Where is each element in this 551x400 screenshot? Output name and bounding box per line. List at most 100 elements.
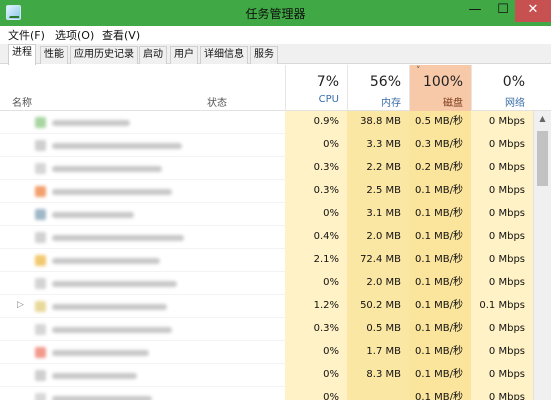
process-name-blurred (52, 258, 160, 264)
disk-cell: 0.1 MB/秒 (409, 295, 471, 318)
tab-services[interactable]: 服务 (250, 46, 278, 64)
process-icon (35, 301, 46, 312)
tab-processes[interactable]: 进程 (8, 44, 36, 65)
tab-details[interactable]: 详细信息 (200, 46, 248, 64)
process-list: 0.9% 38.8 MB 0.5 MB/秒 0 Mbps 0% 3.3 MB 0.3 MB/… (0, 111, 551, 400)
disk-cell: 0.1 MB/秒 (409, 249, 471, 272)
process-icon (35, 186, 46, 197)
cpu-cell: 0.9% (285, 111, 347, 134)
cpu-percent: 7% (316, 74, 339, 90)
maximize-button[interactable]: ☐ (488, 0, 518, 22)
menu-options[interactable]: 选项(O) (55, 27, 94, 43)
table-row[interactable]: 0% 2.0 MB 0.1 MB/秒 0 Mbps (0, 272, 551, 295)
memory-cell: 2.0 MB (347, 226, 409, 249)
cpu-cell: 0.4% (285, 226, 347, 249)
cpu-cell: 0.3% (285, 180, 347, 203)
network-cell: 0 Mbps (471, 249, 533, 272)
table-row[interactable]: 0% 8.3 MB 0.1 MB/秒 0 Mbps (0, 364, 551, 387)
menu-file[interactable]: 文件(F) (8, 27, 45, 43)
disk-label: 磁盘 (443, 98, 463, 109)
disk-cell: 0.1 MB/秒 (409, 226, 471, 249)
process-name-blurred (52, 235, 184, 241)
cpu-cell: 0% (285, 387, 347, 400)
network-cell: 0 Mbps (471, 157, 533, 180)
disk-cell: 0.1 MB/秒 (409, 272, 471, 295)
expand-arrow-icon[interactable]: ▷ (17, 300, 24, 310)
memory-cell: 72.4 MB (347, 249, 409, 272)
disk-cell: 0.1 MB/秒 (409, 364, 471, 387)
menu-view[interactable]: 查看(V) (102, 27, 140, 43)
disk-cell: 0.5 MB/秒 (409, 111, 471, 134)
cpu-cell: 2.1% (285, 249, 347, 272)
table-row[interactable]: 0.3% 2.2 MB 0.2 MB/秒 0 Mbps (0, 157, 551, 180)
menu-bar: 文件(F) 选项(O) 查看(V) (0, 26, 551, 44)
table-row[interactable]: 0% 1.7 MB 0.1 MB/秒 0 Mbps (0, 341, 551, 364)
process-name-blurred (52, 350, 149, 356)
cpu-cell: 0% (285, 341, 347, 364)
disk-cell: 0.3 MB/秒 (409, 134, 471, 157)
table-row[interactable]: 0.9% 38.8 MB 0.5 MB/秒 0 Mbps (0, 111, 551, 134)
memory-cell: 2.5 MB (347, 180, 409, 203)
network-column-header[interactable]: 0% 网络 (471, 65, 533, 111)
disk-cell: 0.2 MB/秒 (409, 157, 471, 180)
process-name-blurred (52, 281, 177, 287)
memory-cell: 8.3 MB (347, 364, 409, 387)
memory-cell: 0.5 MB (347, 318, 409, 341)
network-cell: 0 Mbps (471, 134, 533, 157)
cpu-cell: 0% (285, 272, 347, 295)
process-icon (35, 278, 46, 289)
table-row[interactable]: 0% 3.3 MB 0.3 MB/秒 0 Mbps (0, 134, 551, 157)
network-percent: 0% (502, 74, 525, 90)
process-name-blurred (52, 212, 134, 218)
process-name-blurred (52, 327, 172, 333)
table-row[interactable]: 0% 3.1 MB 0.1 MB/秒 0 Mbps (0, 203, 551, 226)
process-name-blurred (52, 189, 172, 195)
network-cell: 0 Mbps (471, 180, 533, 203)
tab-startup[interactable]: 启动 (139, 46, 167, 64)
memory-cell: 38.8 MB (347, 111, 409, 134)
table-row[interactable]: ▷ 1.2% 50.2 MB 0.1 MB/秒 0.1 Mbps (0, 295, 551, 318)
cpu-cell: 0.3% (285, 318, 347, 341)
process-icon (35, 232, 46, 243)
table-row[interactable]: 0% 0.1 MB/秒 0 Mbps (0, 387, 551, 400)
tab-app-history[interactable]: 应用历史记录 (70, 46, 138, 64)
table-row[interactable]: 0.3% 2.5 MB 0.1 MB/秒 0 Mbps (0, 180, 551, 203)
process-name-blurred (52, 396, 152, 400)
disk-percent: 100% (422, 74, 463, 90)
disk-cell: 0.1 MB/秒 (409, 387, 471, 400)
memory-label: 内存 (381, 98, 401, 109)
process-icon (35, 117, 46, 128)
disk-cell: 0.1 MB/秒 (409, 318, 471, 341)
tab-users[interactable]: 用户 (170, 46, 198, 64)
memory-cell: 2.2 MB (347, 157, 409, 180)
network-label: 网络 (505, 98, 525, 109)
memory-column-header[interactable]: 56% 内存 (347, 65, 409, 111)
memory-cell: 1.7 MB (347, 341, 409, 364)
memory-cell: 3.1 MB (347, 203, 409, 226)
table-row[interactable]: 0.3% 0.5 MB 0.1 MB/秒 0 Mbps (0, 318, 551, 341)
process-icon (35, 393, 46, 400)
disk-column-header[interactable]: ˅ 100% 磁盘 (409, 65, 471, 111)
scroll-up-arrow-icon[interactable]: ▲ (534, 111, 551, 127)
process-name-blurred (52, 304, 167, 310)
cpu-column-header[interactable]: 7% CPU (285, 65, 347, 111)
process-icon (35, 324, 46, 335)
table-row[interactable]: 0.4% 2.0 MB 0.1 MB/秒 0 Mbps (0, 226, 551, 249)
disk-cell: 0.1 MB/秒 (409, 180, 471, 203)
table-row[interactable]: 2.1% 72.4 MB 0.1 MB/秒 0 Mbps (0, 249, 551, 272)
process-name-blurred (52, 373, 137, 379)
cpu-cell: 0.3% (285, 157, 347, 180)
tab-performance[interactable]: 性能 (40, 46, 68, 64)
network-cell: 0 Mbps (471, 341, 533, 364)
minimize-button[interactable]: — (460, 0, 490, 22)
title-bar[interactable]: 任务管理器 — ☐ ✕ (0, 0, 551, 26)
network-cell: 0 Mbps (471, 387, 533, 400)
name-column-header[interactable]: 名称 (12, 94, 32, 109)
status-column-header[interactable]: 状态 (207, 94, 227, 109)
memory-cell (347, 387, 409, 400)
vertical-scrollbar[interactable]: ▲ (533, 111, 551, 400)
scroll-thumb[interactable] (537, 131, 548, 186)
disk-cell: 0.1 MB/秒 (409, 203, 471, 226)
close-button[interactable]: ✕ (515, 0, 551, 22)
cpu-cell: 0% (285, 134, 347, 157)
